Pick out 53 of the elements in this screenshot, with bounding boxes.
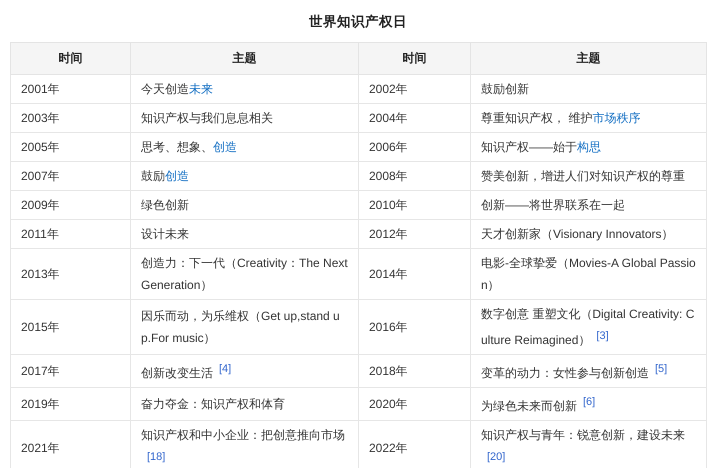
year-cell: 2011年 bbox=[10, 220, 130, 248]
topic-text: 天才创新家（Visionary Innovators） bbox=[481, 227, 674, 241]
year-cell: 2010年 bbox=[358, 190, 470, 220]
year-cell: 2006年 bbox=[358, 132, 470, 162]
year-cell: 2018年 bbox=[358, 354, 470, 388]
year-cell: 2020年 bbox=[358, 388, 470, 420]
year-cell: 2017年 bbox=[10, 354, 130, 388]
year-cell: 2009年 bbox=[10, 190, 130, 220]
column-header: 主题 bbox=[130, 42, 358, 74]
topic-text: 绿色创新 bbox=[141, 198, 189, 212]
citation-link[interactable]: [3] bbox=[596, 330, 609, 342]
link[interactable]: 未来 bbox=[189, 82, 213, 96]
citation-link[interactable]: [18] bbox=[147, 451, 166, 463]
year-cell: 2012年 bbox=[358, 220, 470, 248]
citation-link[interactable]: [4] bbox=[219, 363, 232, 375]
year-cell: 2014年 bbox=[358, 248, 470, 300]
topic-text: 赞美创新，增进人们对知识产权的尊重 bbox=[481, 169, 685, 183]
link[interactable]: 创造 bbox=[213, 140, 237, 154]
year-cell: 2002年 bbox=[358, 74, 470, 104]
year-cell: 2021年 bbox=[10, 420, 130, 468]
citation-link[interactable]: [5] bbox=[655, 363, 668, 375]
topic-text: 创造力：下一代（Creativity：The Next Generation） bbox=[141, 256, 348, 292]
year-cell: 2004年 bbox=[358, 104, 470, 132]
year-cell: 2008年 bbox=[358, 162, 470, 190]
table-title: 世界知识产权日 bbox=[308, 13, 408, 31]
column-header: 时间 bbox=[10, 42, 130, 74]
link[interactable]: 市场秩序 bbox=[592, 111, 640, 125]
topic-text: 创新——将世界联系在一起 bbox=[481, 198, 625, 212]
year-cell: 2013年 bbox=[10, 248, 130, 300]
topic-text: 因乐而动，为乐维权（Get up,stand up.For music） bbox=[141, 309, 340, 345]
year-cell: 2005年 bbox=[10, 132, 130, 162]
year-cell: 2015年 bbox=[10, 300, 130, 354]
topic-text: 思考、想象、创造 bbox=[141, 140, 237, 154]
link[interactable]: 构思 bbox=[577, 140, 601, 154]
year-cell: 2007年 bbox=[10, 162, 130, 190]
column-header: 时间 bbox=[358, 42, 470, 74]
link[interactable]: 创造 bbox=[165, 169, 189, 183]
column-header: 主题 bbox=[470, 42, 706, 74]
topic-text: 电影-全球挚爱（Movies-A Global Passion） bbox=[481, 256, 696, 292]
topic-text: 奋力夺金：知识产权和体育 bbox=[141, 397, 285, 411]
topic-text: 今天创造未来 bbox=[141, 82, 213, 96]
year-cell: 2003年 bbox=[10, 104, 130, 132]
topic-text: 知识产权——始于构思 bbox=[481, 140, 601, 154]
topic-text: 设计未来 bbox=[141, 227, 189, 241]
topic-text: 知识产权与我们息息相关 bbox=[141, 111, 273, 125]
citation-link[interactable]: [6] bbox=[583, 396, 596, 408]
year-cell: 2019年 bbox=[10, 388, 130, 420]
citation-link[interactable]: [20] bbox=[487, 451, 506, 463]
topic-text: 鼓励创新 bbox=[481, 82, 529, 96]
year-cell: 2016年 bbox=[358, 300, 470, 354]
year-cell: 2001年 bbox=[10, 74, 130, 104]
topic-text: 鼓励创造 bbox=[141, 169, 189, 183]
topic-text: 尊重知识产权， 维护市场秩序 bbox=[481, 111, 640, 125]
